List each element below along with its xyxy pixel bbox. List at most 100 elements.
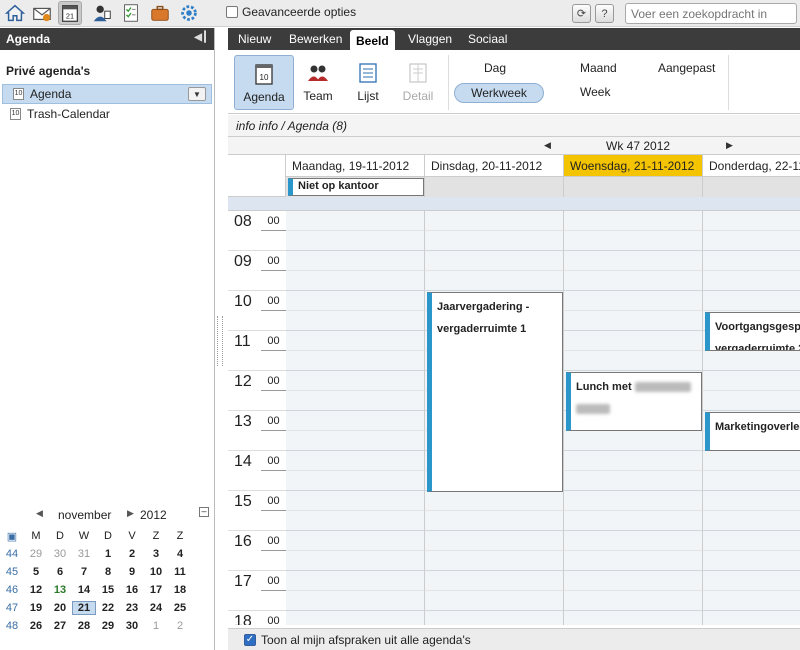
time-slot[interactable] xyxy=(425,251,564,271)
time-slot[interactable] xyxy=(564,511,703,531)
tab-sociaal[interactable]: Sociaal xyxy=(462,28,513,50)
time-slot[interactable] xyxy=(286,571,425,591)
week-number[interactable]: 46 xyxy=(0,584,24,596)
time-slot[interactable] xyxy=(425,271,564,291)
event-marketingoverleg[interactable]: Marketingoverleg xyxy=(705,412,800,451)
day-header[interactable]: Dinsdag, 20-11-2012 xyxy=(425,155,564,177)
time-slot[interactable] xyxy=(564,271,703,291)
time-slot[interactable] xyxy=(703,391,800,411)
day-cell[interactable]: 29 xyxy=(24,548,48,560)
time-slot[interactable] xyxy=(286,471,425,491)
time-slot[interactable] xyxy=(425,611,564,625)
time-slot[interactable] xyxy=(425,571,564,591)
day-header[interactable]: Donderdag, 22-11-2012 xyxy=(703,155,800,177)
time-slot[interactable] xyxy=(564,611,703,625)
time-slot[interactable] xyxy=(564,531,703,551)
time-slot[interactable] xyxy=(703,531,800,551)
time-slot[interactable] xyxy=(564,231,703,251)
time-slot[interactable] xyxy=(564,291,703,311)
time-slot[interactable] xyxy=(425,511,564,531)
day-cell[interactable]: 31 xyxy=(72,548,96,560)
fit-icon[interactable]: ▣ xyxy=(0,530,24,543)
week-number[interactable]: 48 xyxy=(0,620,24,632)
day-cell[interactable]: 19 xyxy=(24,602,48,614)
tab-vlaggen[interactable]: Vlaggen xyxy=(402,28,458,50)
week-number[interactable]: 47 xyxy=(0,602,24,614)
contacts-icon[interactable] xyxy=(90,1,114,25)
time-slot[interactable] xyxy=(703,471,800,491)
time-slot[interactable] xyxy=(286,211,425,231)
event-all-day[interactable]: Niet op kantoor xyxy=(288,178,424,196)
time-slot[interactable] xyxy=(703,251,800,271)
briefcase-icon[interactable] xyxy=(148,1,172,25)
day-view-button[interactable]: Dag xyxy=(476,59,514,79)
day-cell[interactable]: 12 xyxy=(24,584,48,596)
advanced-options[interactable]: Geavanceerde opties xyxy=(226,5,356,19)
day-cell[interactable]: 11 xyxy=(168,566,192,578)
time-slot[interactable] xyxy=(286,511,425,531)
day-cell[interactable]: 1 xyxy=(96,548,120,560)
time-slot[interactable] xyxy=(564,491,703,511)
tasks-icon[interactable] xyxy=(119,1,143,25)
time-slot[interactable] xyxy=(286,231,425,251)
day-cell[interactable]: 15 xyxy=(96,584,120,596)
time-slot[interactable] xyxy=(703,611,800,625)
time-slot[interactable] xyxy=(703,451,800,471)
tab-bewerken[interactable]: Bewerken xyxy=(283,28,348,50)
day-cell[interactable]: 27 xyxy=(48,620,72,632)
allday-slot[interactable] xyxy=(564,177,703,197)
time-slot[interactable] xyxy=(703,271,800,291)
time-slot[interactable] xyxy=(286,251,425,271)
time-slot[interactable] xyxy=(286,611,425,625)
time-slot[interactable] xyxy=(703,551,800,571)
day-cell[interactable]: 18 xyxy=(168,584,192,596)
minimize-icon[interactable]: – xyxy=(199,507,209,517)
refresh-button[interactable]: ⟳ xyxy=(572,4,591,23)
time-slot[interactable] xyxy=(286,331,425,351)
time-slot[interactable] xyxy=(286,351,425,371)
week-number[interactable]: 44 xyxy=(0,548,24,560)
time-slot[interactable] xyxy=(286,491,425,511)
workweek-view-button[interactable]: Werkweek xyxy=(454,83,544,103)
time-slot[interactable] xyxy=(425,231,564,251)
day-cell[interactable]: 2 xyxy=(120,548,144,560)
next-month-icon[interactable]: ▶ xyxy=(127,508,134,519)
time-slot[interactable] xyxy=(286,271,425,291)
event-jaarvergadering[interactable]: Jaarvergadering - vergaderruimte 1 xyxy=(427,292,563,492)
day-cell[interactable]: 16 xyxy=(120,584,144,596)
time-slot[interactable] xyxy=(286,451,425,471)
day-header[interactable]: Maandag, 19-11-2012 xyxy=(286,155,425,177)
day-cell[interactable]: 30 xyxy=(120,620,144,632)
help-button[interactable]: ? xyxy=(595,4,614,23)
time-slot[interactable] xyxy=(286,431,425,451)
sidebar-item-agenda[interactable]: 10 Agenda ▼ xyxy=(2,84,212,104)
home-icon[interactable] xyxy=(3,1,27,25)
time-slot[interactable] xyxy=(286,311,425,331)
time-slot[interactable] xyxy=(564,351,703,371)
panel-splitter[interactable] xyxy=(217,316,223,366)
time-slot[interactable] xyxy=(286,591,425,611)
time-slot[interactable] xyxy=(564,331,703,351)
time-slot[interactable] xyxy=(286,291,425,311)
day-cell[interactable]: 17 xyxy=(144,584,168,596)
month-label[interactable]: november xyxy=(58,508,111,522)
time-slot[interactable] xyxy=(425,491,564,511)
time-slot[interactable] xyxy=(564,311,703,331)
year-label[interactable]: 2012 xyxy=(140,508,167,522)
day-header-today[interactable]: Woensdag, 21-11-2012 xyxy=(564,155,703,177)
day-cell[interactable]: 29 xyxy=(96,620,120,632)
time-slot[interactable] xyxy=(564,591,703,611)
prev-week-icon[interactable]: ◀ xyxy=(544,140,551,151)
time-slot[interactable] xyxy=(286,551,425,571)
time-slot[interactable] xyxy=(564,571,703,591)
day-cell[interactable]: 1 xyxy=(144,620,168,632)
gear-icon[interactable] xyxy=(177,1,201,25)
day-cell[interactable]: 25 xyxy=(168,602,192,614)
time-slot[interactable] xyxy=(703,211,800,231)
day-cell[interactable]: 5 xyxy=(24,566,48,578)
time-slot[interactable] xyxy=(703,591,800,611)
time-slot[interactable] xyxy=(703,291,800,311)
agenda-view-button[interactable]: 10 Agenda xyxy=(234,55,294,110)
next-week-icon[interactable]: ▶ xyxy=(726,140,733,151)
search-input[interactable] xyxy=(625,3,797,24)
